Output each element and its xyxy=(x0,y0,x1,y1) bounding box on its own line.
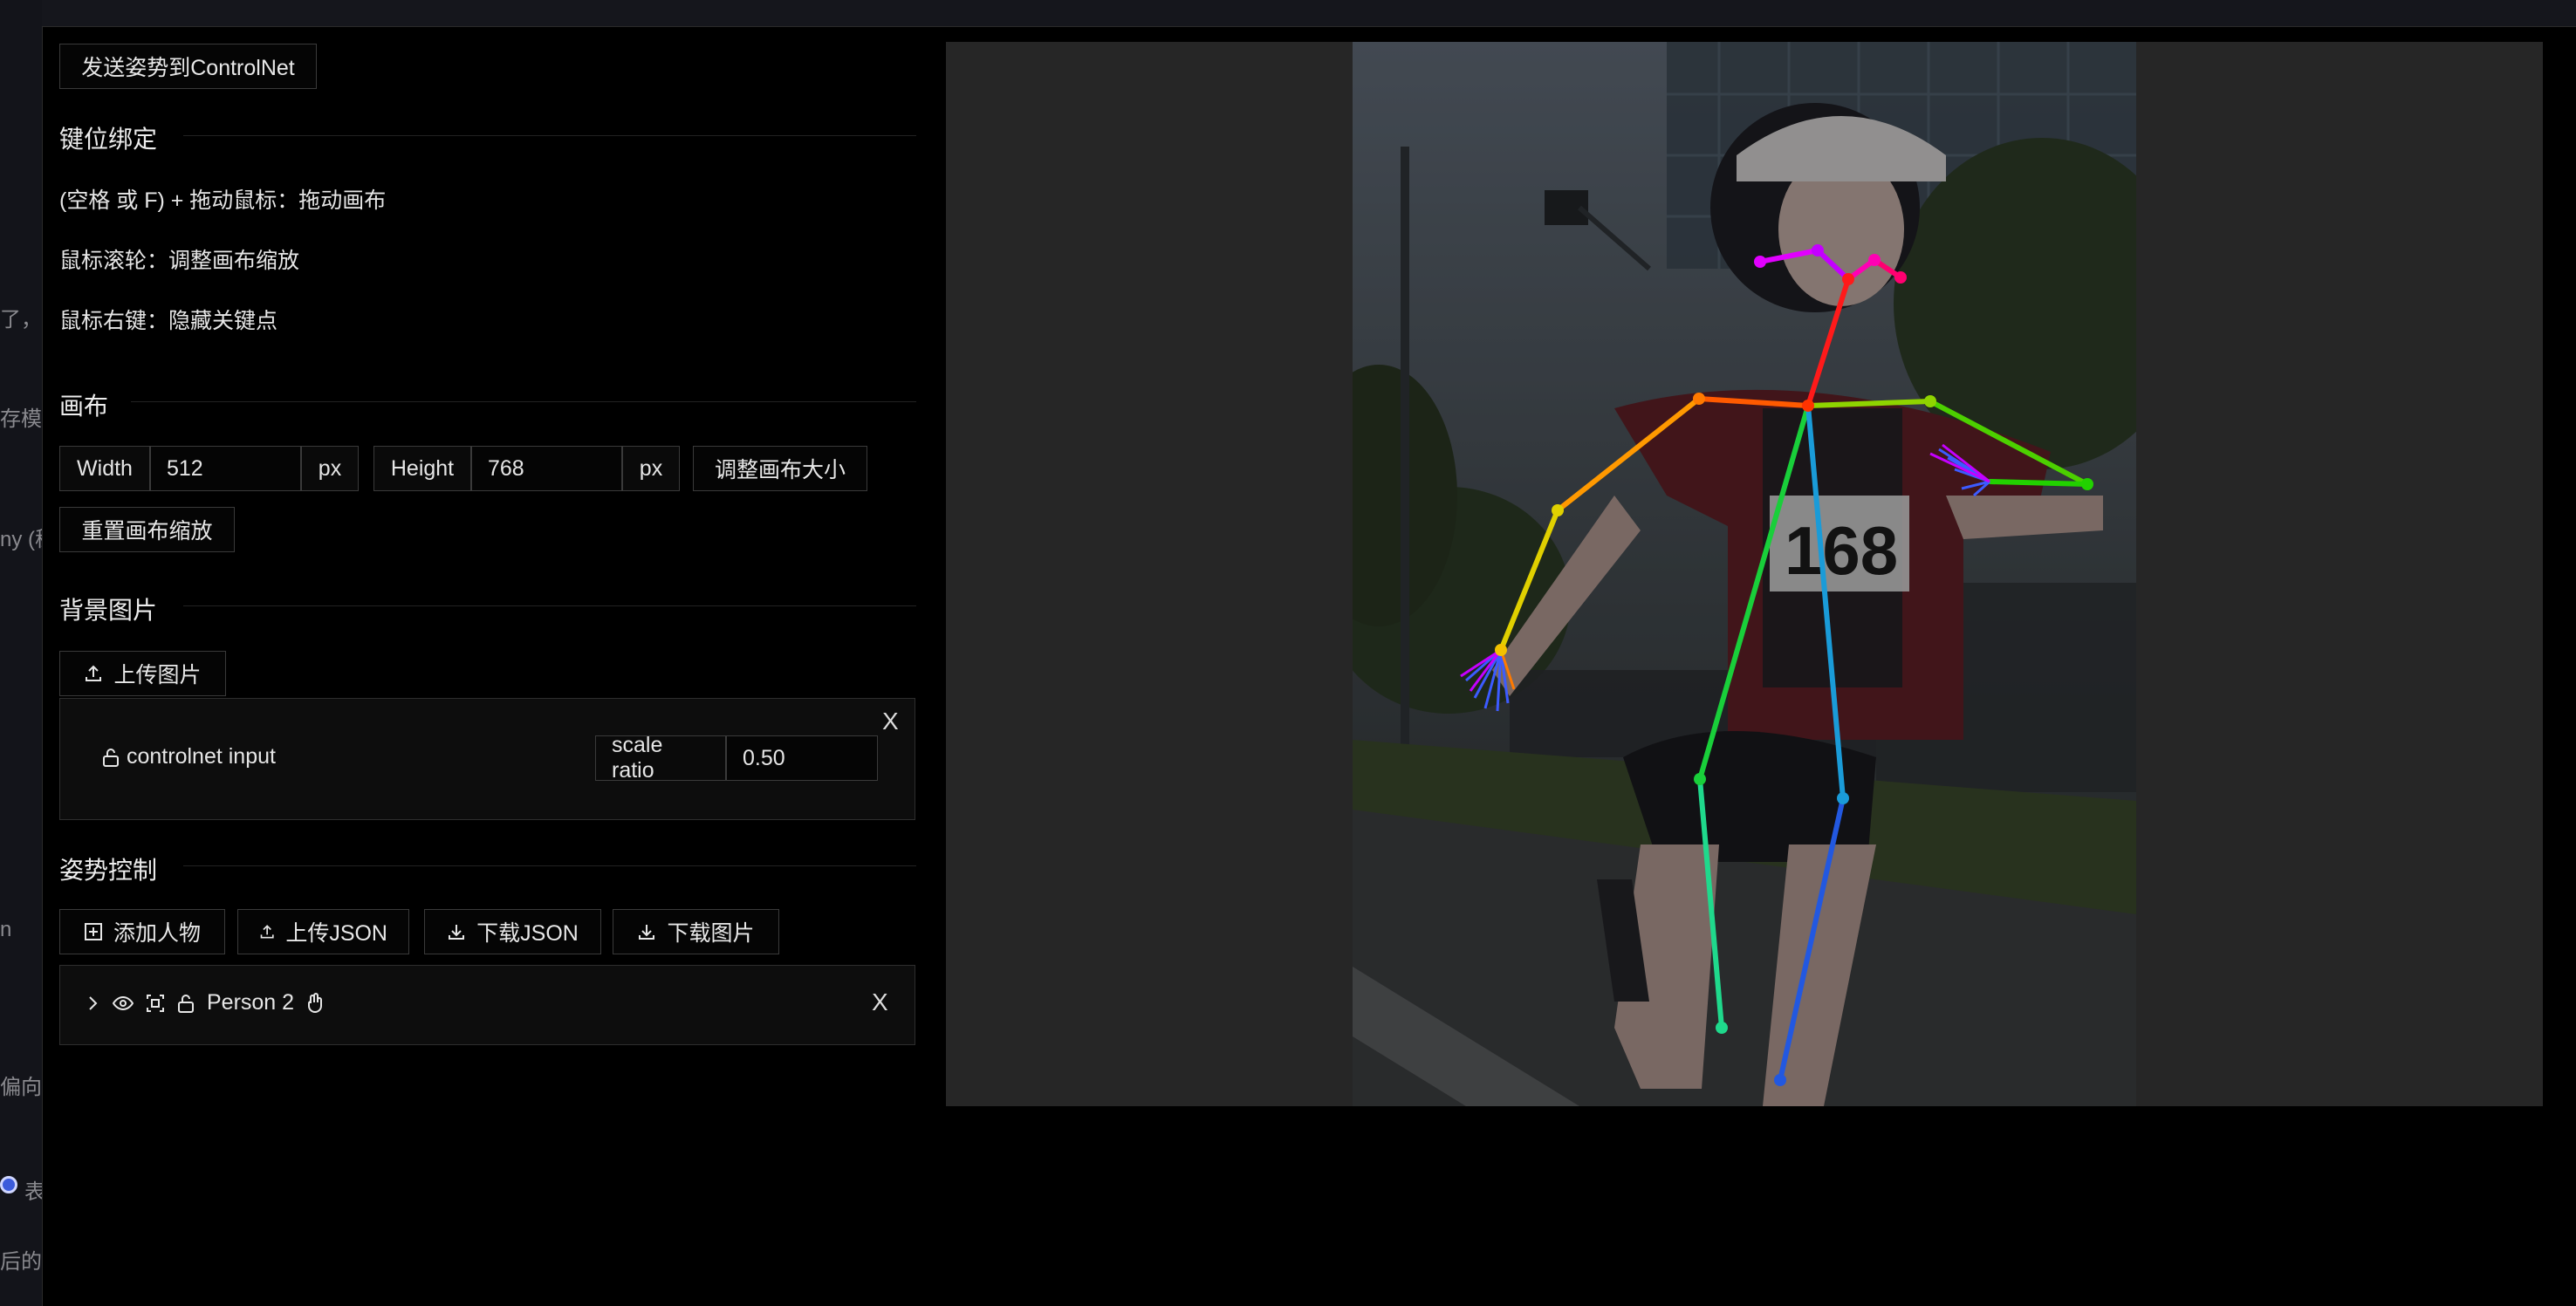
skeleton-limb[interactable] xyxy=(1805,399,1933,408)
skeleton-keypoint[interactable] xyxy=(1802,400,1814,412)
skeleton-keypoint[interactable] xyxy=(1552,504,1564,516)
skeleton-keypoint[interactable] xyxy=(1495,644,1507,656)
skeleton-limb[interactable] xyxy=(1815,248,1851,282)
skeleton-limb[interactable] xyxy=(1498,508,1560,653)
skeleton-limb[interactable] xyxy=(1778,796,1846,1083)
skeleton-keypoint[interactable] xyxy=(1774,1074,1786,1086)
skeleton-keypoint[interactable] xyxy=(2081,478,2093,490)
skeleton-keypoint[interactable] xyxy=(1837,792,1849,804)
skeleton-limb[interactable] xyxy=(1696,396,1811,408)
skeleton-limb[interactable] xyxy=(1805,403,1846,801)
skeleton-limb[interactable] xyxy=(1555,396,1702,513)
skeleton-keypoint[interactable] xyxy=(1694,773,1706,785)
skeleton-limb[interactable] xyxy=(1805,277,1851,408)
skeleton-keypoint[interactable] xyxy=(1693,393,1705,405)
pose-skeleton xyxy=(1460,244,2093,1086)
skeleton-hand-right[interactable] xyxy=(1938,448,1990,497)
skeleton-keypoint[interactable] xyxy=(1894,271,1907,284)
skeleton-keypoint[interactable] xyxy=(1812,244,1824,256)
skeleton-limb[interactable] xyxy=(1757,248,1820,264)
skeleton-limb[interactable] xyxy=(1697,776,1724,1030)
skeleton-keypoint[interactable] xyxy=(1868,254,1881,266)
skeleton-keypoint[interactable] xyxy=(1754,256,1766,268)
skeleton-keypoint[interactable] xyxy=(1716,1022,1728,1034)
skeleton-keypoint[interactable] xyxy=(1924,395,1936,407)
skeleton-limb[interactable] xyxy=(1697,403,1811,782)
skeleton-limb[interactable] xyxy=(1928,399,2090,487)
skeleton-keypoint[interactable] xyxy=(1842,273,1854,285)
skeleton-limb[interactable] xyxy=(1987,479,2090,487)
